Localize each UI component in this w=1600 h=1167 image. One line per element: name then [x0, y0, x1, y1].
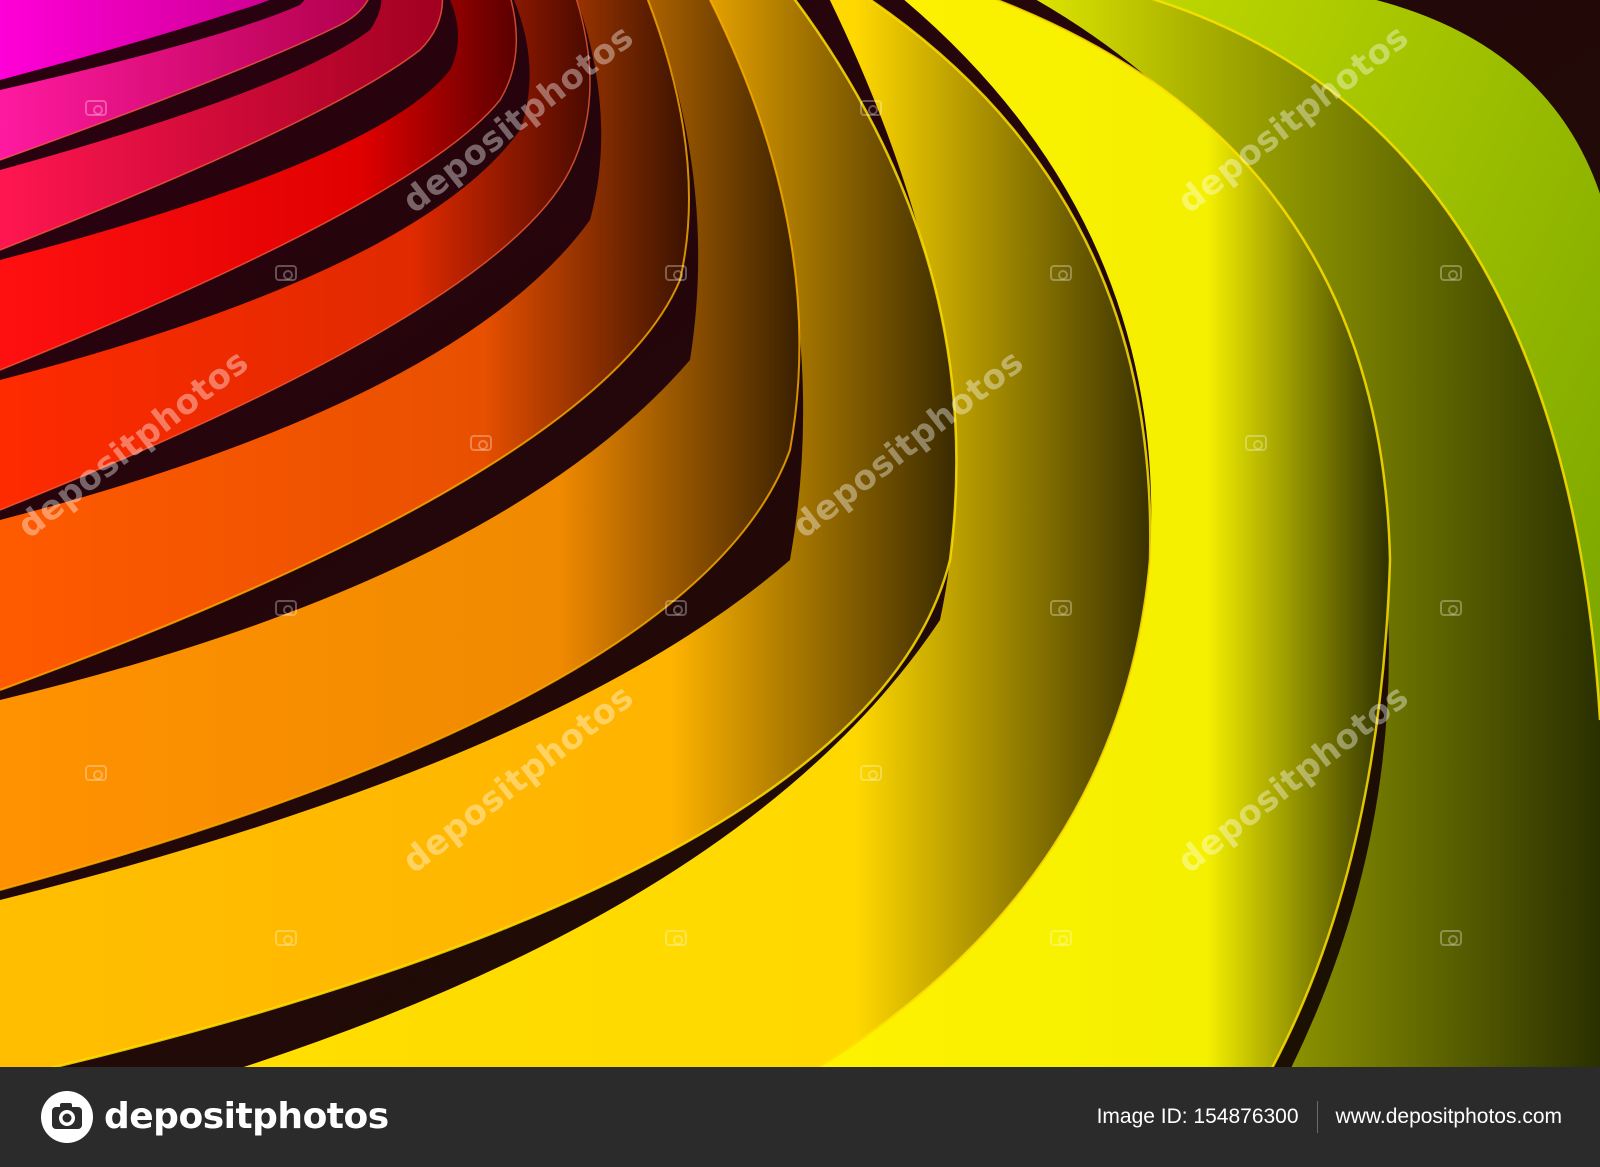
footer-bar: depositphotos Image ID: 154876300 www.de…: [0, 1067, 1600, 1167]
depositphotos-logo[interactable]: depositphotos: [40, 1090, 389, 1144]
website-link[interactable]: www.depositphotos.com: [1318, 1105, 1562, 1129]
camera-aperture-icon: [41, 1091, 93, 1143]
image-meta: Image ID: 154876300 www.depositphotos.co…: [1097, 1067, 1562, 1167]
image-id-label: Image ID: 154876300: [1096, 1105, 1299, 1128]
logo-wordmark: depositphotos: [104, 1096, 389, 1137]
rainbow-curves-graphic: [0, 0, 1600, 1067]
abstract-rainbow-artwork: [0, 0, 1600, 1067]
stock-image-preview: depositphotos depositphotos depositphoto…: [0, 0, 1600, 1167]
